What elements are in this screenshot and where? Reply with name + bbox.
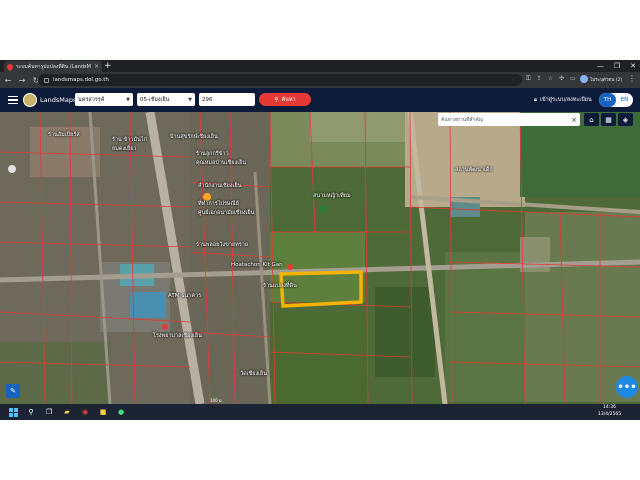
- back-arrow-icon[interactable]: ←: [2, 76, 14, 85]
- place-label: ยมดงเยี่ยว: [112, 146, 137, 152]
- taskbar: ⚲ ❐ ▰ ◉ ■ ● 14:36 13/4/2565: [0, 404, 640, 420]
- lock-icon: [44, 77, 49, 83]
- place-label: ร้านแปลงที่ดิน: [263, 283, 297, 289]
- brand-name: LandsMaps: [40, 96, 77, 104]
- sidepanel-icon[interactable]: ▭: [570, 75, 576, 83]
- system-clock[interactable]: 14:36 13/4/2565: [598, 405, 621, 418]
- incognito-icon: [580, 75, 588, 83]
- tab-title: ระบบค้นหารูปแปลงที่ดิน (LandsMaps): [16, 63, 91, 70]
- parcel-number-input[interactable]: 296: [199, 93, 255, 106]
- chevron-down-icon: ▼: [188, 96, 192, 103]
- satellite-map[interactable]: ร้านฮัมเบียร์ส ร้าน ข้าวมันไก่ ยมดงเยี่ย…: [0, 112, 640, 404]
- new-tab-button[interactable]: +: [104, 60, 112, 72]
- map-imagery: [0, 112, 640, 404]
- key-icon[interactable]: ⚿: [526, 75, 531, 83]
- clock-date: 13/4/2565: [598, 411, 622, 417]
- place-label: ร้านฮัมเบียร์ส: [48, 132, 80, 138]
- place-label: ATM ธนาคาร: [168, 293, 202, 299]
- window-controls: — ❐ ✕: [597, 60, 636, 72]
- browser-tab-bar: ระบบค้นหารูปแปลงที่ดิน (LandsMaps) × + —…: [0, 60, 640, 72]
- windows-start-icon[interactable]: [8, 407, 18, 417]
- place-search-placeholder: ค้นหาสถานที่สำคัญ: [441, 116, 483, 123]
- place-label: ศูนย์เอกอนามัยเชียงเย็น: [198, 210, 255, 216]
- map-pin-icon: [5, 62, 15, 71]
- maximize-icon[interactable]: ❐: [614, 60, 620, 72]
- province-value: นครสวรรค์: [78, 96, 105, 103]
- search-icon: ⚲: [274, 96, 279, 103]
- address-bar-row: ← → ↻ landsmaps.dol.go.th ⚿ ⇪ ☆ ✣ ▭ ไม่ร…: [0, 72, 640, 88]
- province-select[interactable]: นครสวรรค์ ▼: [75, 93, 133, 106]
- place-label: ร้านพลอยวังขายทราย: [196, 242, 249, 248]
- lang-th-button[interactable]: TH: [599, 93, 616, 107]
- place-search-input[interactable]: ค้นหาสถานที่สำคัญ ×: [438, 113, 580, 126]
- search-button[interactable]: ⚲ ค้นหา: [259, 93, 311, 106]
- more-options-button[interactable]: •••: [616, 376, 638, 398]
- place-label: ร้าน ข้าวมันไก่: [112, 137, 147, 143]
- place-label: สำนักงานเชียงเย็น: [198, 183, 242, 189]
- url-bar[interactable]: landsmaps.dol.go.th: [38, 74, 522, 86]
- star-icon[interactable]: ☆: [548, 75, 553, 83]
- layers-icon[interactable]: ◈: [618, 113, 633, 126]
- scale-bar: 100 ม.: [210, 398, 223, 403]
- place-label: คุณหมอบ้านเชียงเย็น: [196, 160, 247, 166]
- dol-logo: [23, 93, 37, 107]
- lock-icon: 🔒︎: [534, 96, 537, 103]
- place-label: สนามหญ้าเทียม: [313, 193, 351, 199]
- hamburger-menu-icon[interactable]: [8, 96, 18, 104]
- search-button-label: ค้นหา: [281, 96, 296, 103]
- district-value: 05-เชียงเย็น: [140, 96, 170, 103]
- measure-tool-icon[interactable]: ✎: [6, 384, 20, 398]
- lang-en-button[interactable]: EN: [616, 93, 633, 107]
- chrome-icon[interactable]: ◉: [80, 407, 90, 417]
- grid-icon[interactable]: ▦: [601, 113, 616, 126]
- close-window-icon[interactable]: ✕: [630, 60, 636, 72]
- profile-chip[interactable]: ไม่ระบุตัวตน (2): [580, 75, 622, 83]
- language-toggle: TH EN: [599, 93, 633, 107]
- browser-tab[interactable]: ระบบค้นหารูปแปลงที่ดิน (LandsMaps) ×: [4, 61, 102, 72]
- place-label: ร้านลูกกรี่ข้าว: [196, 151, 229, 157]
- line-app-icon[interactable]: ●: [116, 407, 126, 417]
- file-explorer-icon[interactable]: ▰: [62, 407, 72, 417]
- forward-arrow-icon[interactable]: →: [16, 76, 28, 85]
- chevron-down-icon: ▼: [126, 96, 130, 103]
- minimize-icon[interactable]: —: [597, 60, 604, 72]
- sticky-notes-icon[interactable]: ■: [98, 407, 108, 417]
- login-link[interactable]: 🔒︎ เข้าสู่ระบบ/ลงทะเบียน: [534, 96, 592, 104]
- url-text: landsmaps.dol.go.th: [53, 77, 109, 83]
- extension-icon[interactable]: ✣: [559, 75, 564, 83]
- place-label: บ้านสุขรักษ์เชียงเย็น: [170, 134, 218, 140]
- place-label: วัดเชียงเย็น: [240, 371, 268, 377]
- more-menu-icon[interactable]: ⋮: [628, 74, 636, 83]
- district-select[interactable]: 05-เชียงเย็น ▼: [137, 93, 195, 106]
- task-view-icon[interactable]: ❐: [44, 407, 54, 417]
- screen: ระบบค้นหารูปแปลงที่ดิน (LandsMaps) × + —…: [0, 60, 640, 420]
- parcel-number-value: 296: [202, 96, 213, 103]
- home-icon[interactable]: ⌂: [584, 113, 599, 126]
- address-bar-icons: ⚿ ⇪ ☆ ✣ ▭: [526, 75, 576, 83]
- place-label: Hoatachon Kit Gan: [231, 262, 283, 268]
- clear-icon[interactable]: ×: [571, 116, 577, 124]
- app-header: LandsMaps นครสวรรค์ ▼ 05-เชียงเย็น ▼ 296…: [0, 88, 640, 112]
- place-label: ที่ทำการไปรษณีย์: [198, 201, 239, 207]
- search-icon[interactable]: ⚲: [26, 407, 36, 417]
- place-label: สถานพัฒนาเด็ก: [455, 167, 493, 173]
- place-label: โรงพยาบาลเชียงเย็น: [153, 333, 202, 339]
- share-icon[interactable]: ⇪: [537, 75, 542, 83]
- close-tab-icon[interactable]: ×: [94, 63, 99, 70]
- login-label: เข้าสู่ระบบ/ลงทะเบียน: [539, 97, 592, 103]
- profile-name: ไม่ระบุตัวตน (2): [590, 77, 623, 83]
